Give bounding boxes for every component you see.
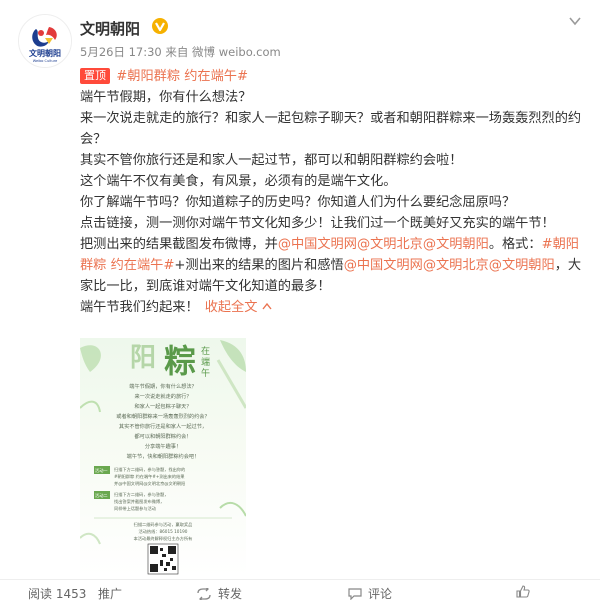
pin-badge: 置顶 [80,68,110,84]
svg-text:在: 在 [201,345,210,357]
svg-text:端午节，快和朝阳群粽约会吧！: 端午节，快和朝阳群粽约会吧！ [127,452,200,460]
svg-text:或者和朝阳群粽来一场轰轰烈烈的约会？: 或者和朝阳群粽来一场轰轰烈烈的约会？ [116,412,209,420]
svg-text:活动二: 活动二 [95,492,108,499]
post-text: 把测出来的结果截图发布微博，并 [80,237,278,252]
post-text-line: 这个端午不仅有美食，有风景，必须有的是端午文化。 [80,174,397,189]
verified-badge-icon [152,18,168,34]
dragon-boat-poster: 阳 粽 在 端 午 端午节假期，你有什么想法？ 来一次说走就走的旅行？ 和家人一… [80,340,246,575]
svg-text:都可以和朝阳群粽约会！: 都可以和朝阳群粽约会！ [134,432,191,440]
like-button[interactable] [516,585,530,598]
post-last-line: 端午节我们约起来！ 收起全文 [80,297,590,318]
post-text-line: 端午节假期，你有什么想法？ [80,90,252,105]
svg-text:活动一: 活动一 [95,467,108,474]
collapse-link[interactable]: 收起全文 [205,300,258,315]
post-text: 端午节我们约起来！ [80,300,199,315]
svg-text:午: 午 [201,367,210,379]
mention-link[interactable]: @文明朝阳 [489,258,555,273]
repost-label: 转发 [218,587,243,601]
svg-text:并@中国文明网@文明北京@文明朝阳: 并@中国文明网@文明北京@文明朝阳 [114,480,185,487]
post-text: +测出来的结果的图片和感悟 [174,258,344,273]
post-text-line: 其实不管你旅行还是和家人一起过节，都可以和朝阳群粽约会啦！ [80,153,463,168]
repost-button[interactable]: 转发 [196,585,242,602]
svg-text:#朝阳群粽 约在端午#+测出来的结果: #朝阳群粽 约在端午#+测出来的结果 [114,473,185,480]
post-footer: 阅读 1453 推广 转发 评论 [0,579,600,601]
mention-link[interactable]: @文明北京 [357,237,423,252]
svg-text:阳: 阳 [130,343,156,373]
svg-text:粽: 粽 [164,342,196,380]
comment-label: 评论 [368,587,393,601]
svg-text:扫描下方二维码，参与答题，找出你的: 扫描下方二维码，参与答题，找出你的 [114,466,185,473]
chevron-down-icon[interactable] [568,14,582,28]
svg-text:本活动最终解释权归主办方所有: 本活动最终解释权归主办方所有 [134,535,193,542]
hashtag-link[interactable]: #朝阳群粽 约在端午# [116,69,248,84]
avatar[interactable]: 文明朝阳 Weibo Culture [18,14,72,68]
svg-text:和家人一起包粽子聊天？: 和家人一起包粽子聊天？ [134,402,191,410]
mention-link[interactable]: @文明朝阳 [423,237,489,252]
post-meta: 5月26日 17:30 来自 微博 weibo.com [80,45,281,59]
svg-text:活动热线：86015 10190: 活动热线：86015 10190 [139,528,188,535]
user-name[interactable]: 文明朝阳 [80,18,140,39]
avatar-logo-image: 文明朝阳 Weibo Culture [19,15,71,67]
chevron-up-icon[interactable] [262,302,272,310]
svg-text:扫描二维码参与活动，赢取奖品: 扫描二维码参与活动，赢取奖品 [134,521,193,528]
svg-text:扫描下方二维码，参与答题，: 扫描下方二维码，参与答题， [114,491,168,498]
mention-link[interactable]: @文明北京 [423,258,489,273]
promote-label: 推广 [98,587,123,601]
post-text-line: 你了解端午节吗？你知道粽子的历史吗？你知道人们为什么要纪念屈原吗？ [80,195,516,210]
mention-link[interactable]: @中国文明网 [344,258,423,273]
svg-text:端午节假期，你有什么想法？: 端午节假期，你有什么想法？ [129,382,196,390]
mention-link[interactable]: @中国文明网 [278,237,357,252]
read-count-text: 阅读 1453 [28,587,87,601]
post-first-line: 置顶 #朝阳群粽 约在端午# [80,66,590,87]
post-text-line: 点击链接，测一测你对端午节文化知多少！让我们过一个既美好又充实的端午节！ [80,216,555,231]
thumbs-up-icon [516,585,530,598]
qr-code-icon [147,543,179,575]
comment-button[interactable]: 评论 [348,585,392,602]
svg-text:来一次说走就走的旅行？: 来一次说走就走的旅行？ [134,392,191,400]
svg-text:分享端午趣事！: 分享端午趣事！ [145,442,181,450]
repost-icon [197,587,211,600]
svg-text:找出答案并截图发布微博，: 找出答案并截图发布微博， [114,498,164,505]
comment-icon [348,587,362,600]
post-image[interactable]: 阳 粽 在 端 午 端午节假期，你有什么想法？ 来一次说走就走的旅行？ 和家人一… [80,338,246,576]
svg-text:文明朝阳: 文明朝阳 [29,48,61,58]
post-body: 置顶 #朝阳群粽 约在端午# 端午节假期，你有什么想法？ 来一次说走就走的旅行？… [80,66,590,318]
read-count: 阅读 1453 [28,585,86,602]
svg-text:其实不管你旅行还是和家人一起过节，: 其实不管你旅行还是和家人一起过节， [119,422,207,430]
svg-text:同样带上话题参与活动: 同样带上话题参与活动 [114,505,156,512]
svg-text:端: 端 [201,356,210,368]
post-text-line: 来一次说走就走的旅行？和家人一起包粽子聊天？或者和朝阳群粽来一场轰轰烈烈的约会？ [80,111,582,147]
post-text: 。格式： [488,237,542,252]
post-header: 文明朝阳 Weibo Culture 文明朝阳 5月26日 17:30 来自 微… [0,0,600,68]
promote-button[interactable]: 推广 [98,585,122,602]
svg-text:Weibo Culture: Weibo Culture [33,59,58,63]
post-text-paragraph: 把测出来的结果截图发布微博，并@中国文明网@文明北京@文明朝阳。格式：#朝阳群粽… [80,234,590,297]
